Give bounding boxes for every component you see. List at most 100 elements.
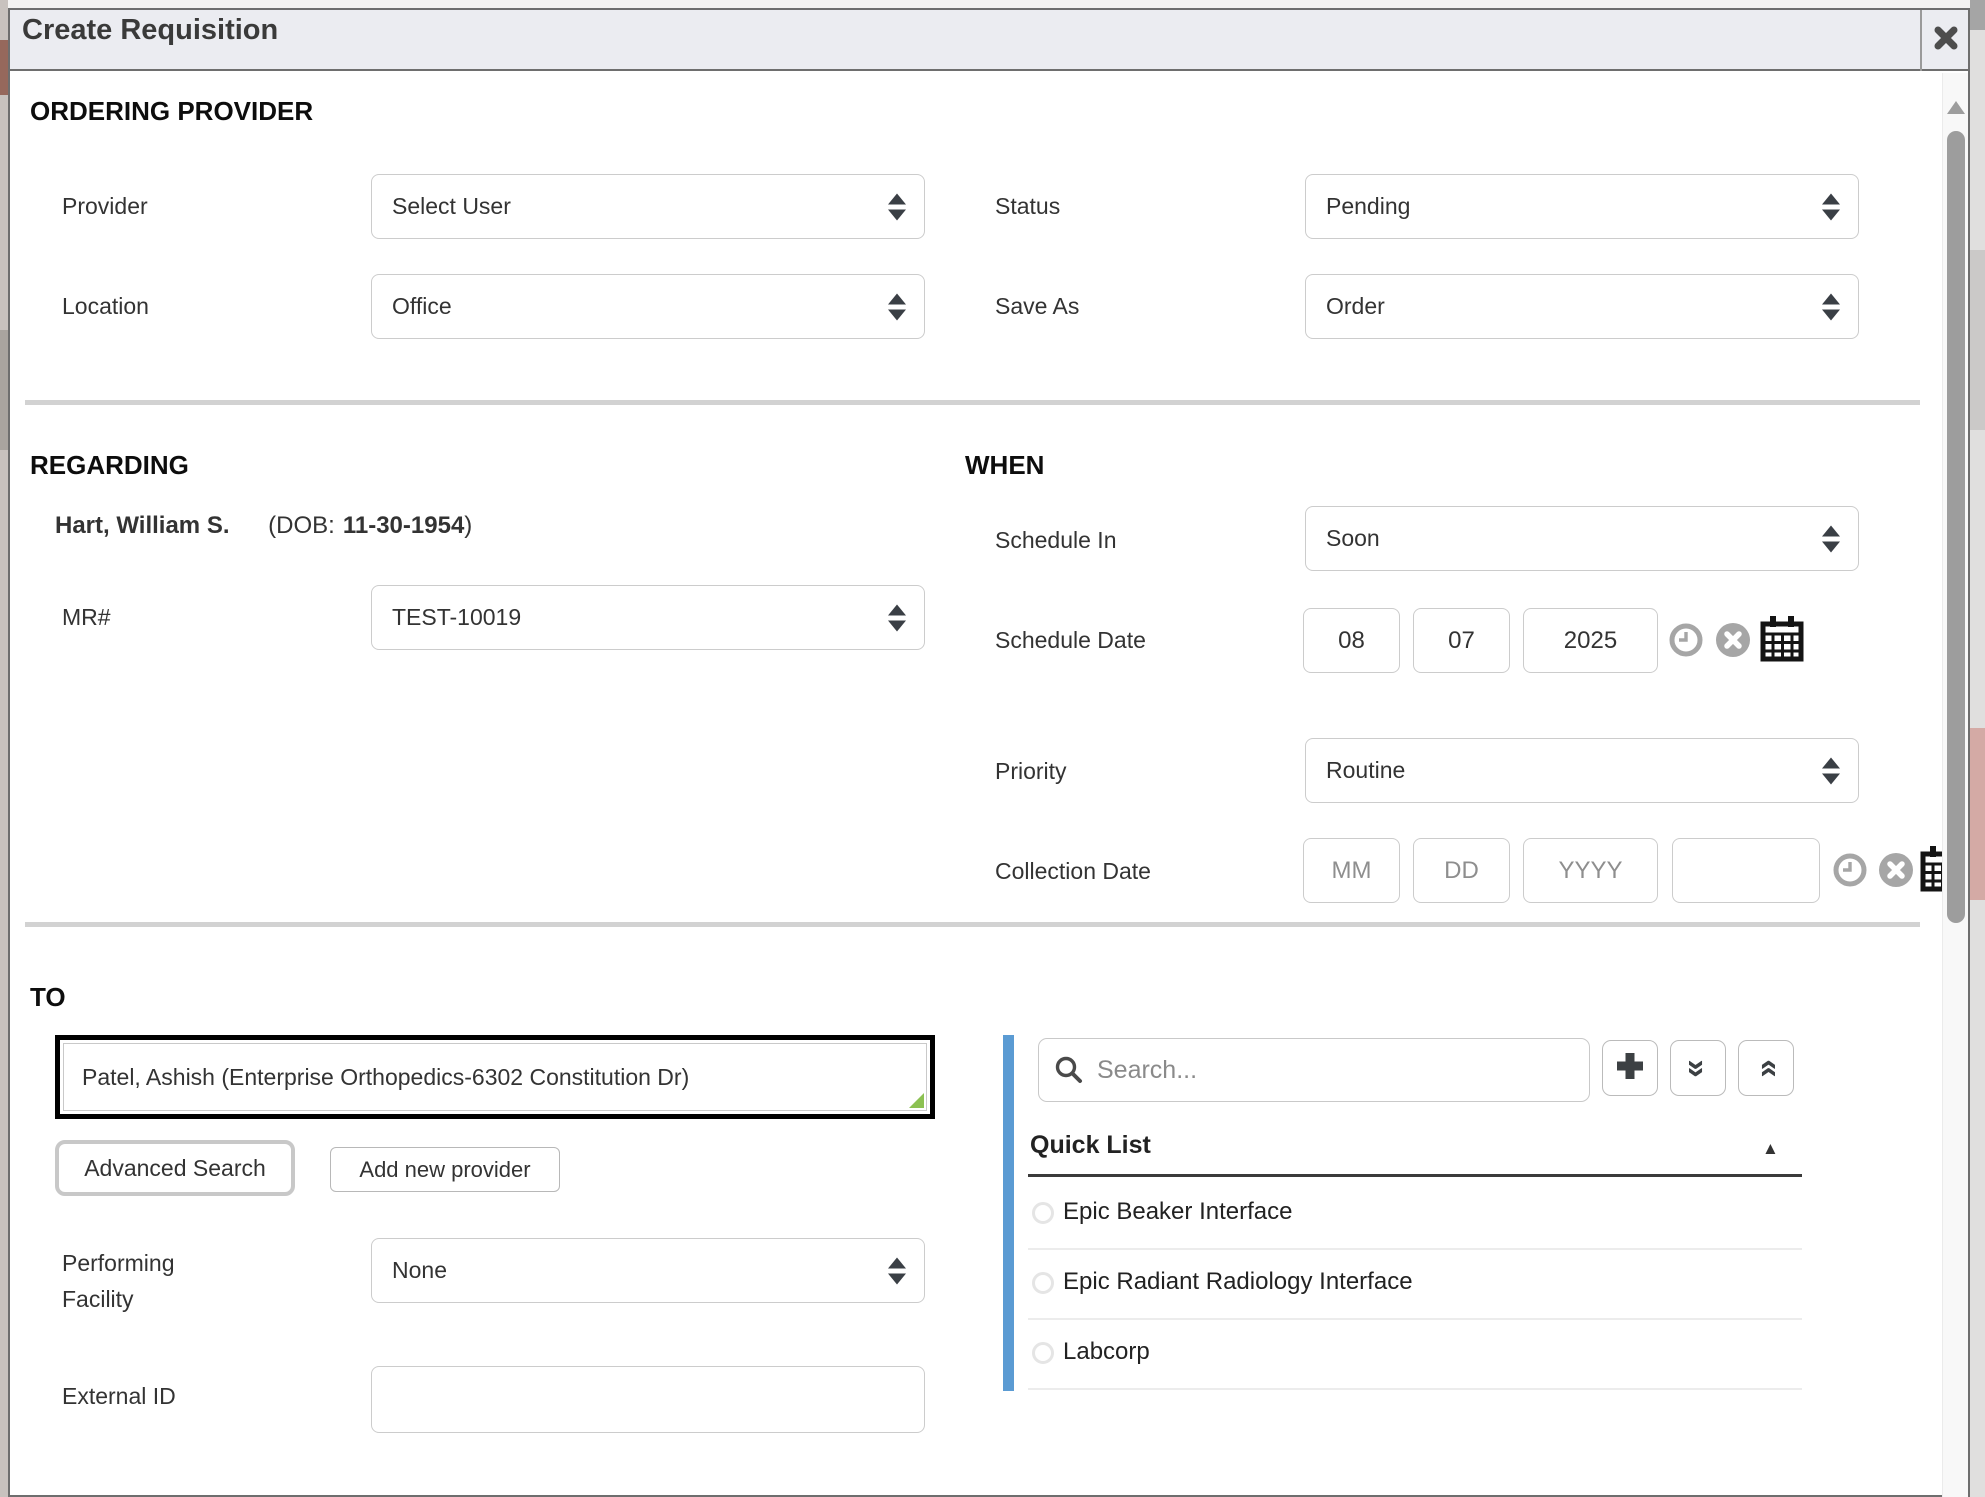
provider-select-value: Select User (392, 193, 511, 220)
external-id-input[interactable] (371, 1366, 925, 1433)
status-select-value: Pending (1326, 193, 1410, 220)
performing-facility-label: Performing Facility (62, 1246, 237, 1317)
schedule-in-label: Schedule In (995, 527, 1116, 554)
screen: Create Requisition ORDERING PROVIDER Pro… (0, 0, 1985, 1497)
to-provider-listbox[interactable]: Patel, Ashish (Enterprise Orthopedics-63… (55, 1035, 935, 1119)
schedule-date-label: Schedule Date (995, 627, 1146, 654)
background-smudge (0, 40, 8, 95)
list-divider (1028, 1248, 1802, 1250)
list-divider (1028, 1388, 1802, 1390)
dob-suffix: ) (464, 512, 472, 539)
list-item[interactable]: Labcorp (1063, 1338, 1150, 1366)
schedule-year-input[interactable] (1523, 608, 1658, 673)
collection-month-input[interactable] (1303, 838, 1400, 903)
ordering-provider-heading: ORDERING PROVIDER (30, 96, 313, 127)
collection-time-input[interactable] (1672, 838, 1820, 903)
add-new-provider-button[interactable]: Add new provider (330, 1147, 560, 1192)
scroll-up-icon[interactable] (1947, 101, 1965, 114)
patient-name: Hart, William S. (55, 512, 230, 539)
to-heading: TO (30, 982, 66, 1013)
section-divider (25, 400, 1920, 405)
mr-label: MR# (62, 604, 111, 631)
collection-date-label: Collection Date (995, 858, 1151, 885)
close-icon (1931, 23, 1961, 58)
status-label: Status (995, 193, 1060, 220)
updown-arrows-icon (1822, 193, 1840, 220)
save-as-select-value: Order (1326, 293, 1385, 320)
updown-arrows-icon (888, 293, 906, 320)
background-smudge (1970, 728, 1985, 900)
performing-facility-select[interactable]: None (371, 1238, 925, 1303)
advanced-search-button[interactable]: Advanced Search (55, 1140, 295, 1196)
clear-circle-icon[interactable] (1878, 852, 1914, 893)
close-button[interactable] (1924, 10, 1968, 71)
dob-prefix: (DOB: (268, 512, 335, 539)
search-input[interactable] (1038, 1038, 1590, 1102)
background-smudge (0, 330, 8, 450)
dialog-titlebar (10, 10, 1968, 71)
scrollbar[interactable] (1942, 73, 1968, 1497)
background-smudge (1970, 250, 1985, 430)
provider-select[interactable]: Select User (371, 174, 925, 239)
schedule-day-input[interactable] (1413, 608, 1510, 673)
schedule-in-select[interactable]: Soon (1305, 506, 1859, 571)
updown-arrows-icon (888, 1257, 906, 1284)
scrollbar-thumb[interactable] (1947, 131, 1965, 923)
collapse-all-button[interactable]: » (1738, 1040, 1794, 1096)
clock-icon[interactable] (1668, 622, 1704, 663)
save-as-label: Save As (995, 293, 1079, 320)
chevron-double-down-icon: » (1681, 1059, 1714, 1077)
priority-label: Priority (995, 758, 1067, 785)
updown-arrows-icon (1822, 757, 1840, 784)
collection-day-input[interactable] (1413, 838, 1510, 903)
status-select[interactable]: Pending (1305, 174, 1859, 239)
priority-select-value: Routine (1326, 757, 1405, 784)
external-id-label: External ID (62, 1383, 176, 1410)
titlebar-separator (1920, 10, 1922, 71)
dob-value: 11-30-1954 (343, 512, 464, 539)
updown-arrows-icon (1822, 293, 1840, 320)
updown-arrows-icon (888, 604, 906, 631)
calendar-icon[interactable] (1760, 615, 1804, 668)
chevron-double-up-icon: » (1749, 1059, 1782, 1077)
search-icon (1054, 1055, 1084, 1085)
page-background-right-strip (1970, 0, 1985, 1497)
clock-icon[interactable] (1832, 852, 1868, 893)
list-item[interactable]: Epic Beaker Interface (1063, 1198, 1292, 1226)
clear-circle-icon[interactable] (1715, 622, 1751, 663)
background-smudge (1970, 0, 1985, 30)
mr-select[interactable]: TEST-10019 (371, 585, 925, 650)
location-label: Location (62, 293, 149, 320)
schedule-in-select-value: Soon (1326, 525, 1380, 552)
location-select-value: Office (392, 293, 452, 320)
quick-list-underline (1028, 1174, 1802, 1177)
list-item[interactable]: Epic Radiant Radiology Interface (1063, 1268, 1413, 1296)
quick-list-accent-bar (1003, 1035, 1014, 1391)
regarding-heading: REGARDING (30, 450, 189, 481)
priority-select[interactable]: Routine (1305, 738, 1859, 803)
mr-select-value: TEST-10019 (392, 604, 521, 631)
directory-search (1038, 1038, 1590, 1102)
radio-icon[interactable] (1032, 1342, 1054, 1364)
provider-label: Provider (62, 193, 148, 220)
expand-all-button[interactable]: » (1670, 1040, 1726, 1096)
location-select[interactable]: Office (371, 274, 925, 339)
page-background-left-strip (0, 0, 8, 1497)
list-divider (1028, 1318, 1802, 1320)
updown-arrows-icon (1822, 525, 1840, 552)
radio-icon[interactable] (1032, 1202, 1054, 1224)
patient-line: Hart, William S. (DOB: 11-30-1954) (55, 512, 472, 540)
section-divider (25, 922, 1920, 927)
add-provider-plus-button[interactable] (1602, 1040, 1658, 1096)
performing-facility-select-value: None (392, 1257, 447, 1284)
radio-icon[interactable] (1032, 1272, 1054, 1294)
quick-list-heading: Quick List (1030, 1131, 1151, 1160)
save-as-select[interactable]: Order (1305, 274, 1859, 339)
updown-arrows-icon (888, 193, 906, 220)
quick-list-collapse-icon[interactable]: ▲ (1762, 1139, 1779, 1159)
to-provider-selected-option[interactable]: Patel, Ashish (Enterprise Orthopedics-63… (82, 1064, 689, 1091)
when-heading: WHEN (965, 450, 1044, 481)
schedule-month-input[interactable] (1303, 608, 1400, 673)
collection-year-input[interactable] (1523, 838, 1658, 903)
resize-grip-icon[interactable] (909, 1093, 924, 1108)
